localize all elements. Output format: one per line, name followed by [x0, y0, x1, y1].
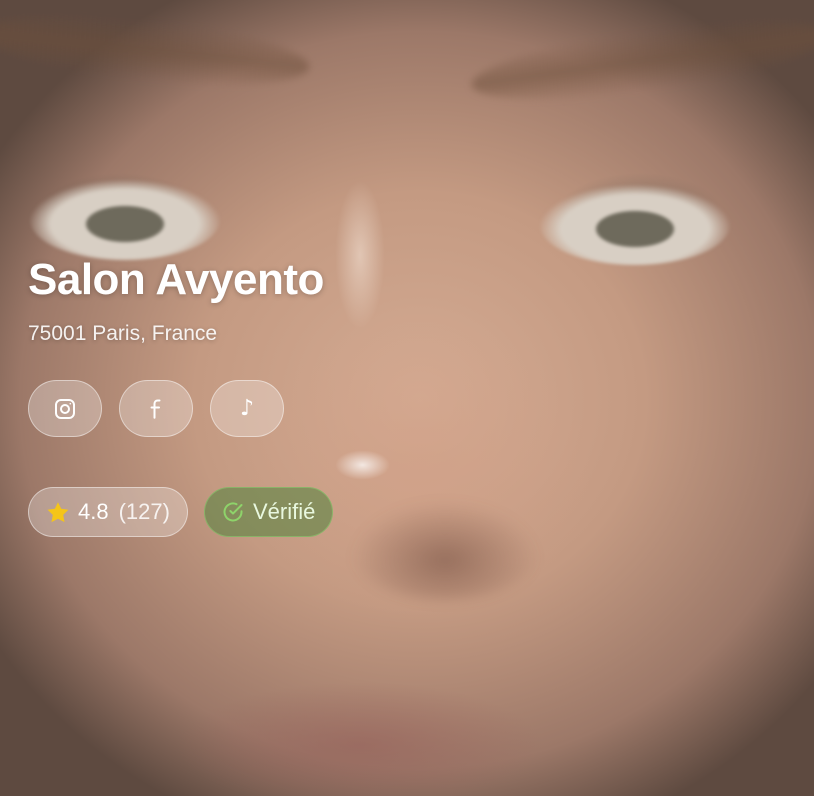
- background-photo-detail: [335, 450, 390, 480]
- background-photo-detail: [467, 5, 814, 115]
- tiktok-button[interactable]: ♪: [210, 380, 284, 437]
- check-circle-icon: [222, 501, 244, 523]
- rating-value: 4.8: [78, 499, 109, 524]
- salon-name: Salon Avyento: [28, 255, 324, 304]
- background-photo-detail: [30, 180, 220, 260]
- instagram-button[interactable]: [28, 380, 102, 437]
- background-photo-detail: [335, 180, 385, 330]
- background-photo-detail: [540, 185, 730, 265]
- salon-info: Salon Avyento 75001 Paris, France ♪ 4.8 …: [28, 250, 334, 537]
- review-count: (127): [118, 499, 170, 524]
- social-links: ♪: [28, 380, 333, 437]
- hero-banner: Salon Avyento 75001 Paris, France ♪ 4.8 …: [0, 0, 814, 796]
- instagram-icon: [55, 398, 75, 419]
- verified-label: Vérifié: [252, 499, 316, 524]
- background-photo-detail: [350, 500, 540, 600]
- star-icon: [46, 501, 70, 524]
- facebook-icon: [150, 399, 161, 419]
- badges-row: 4.8 (127) Vérifié: [28, 487, 334, 537]
- salon-address: 75001 Paris, France: [28, 322, 218, 345]
- tiktok-icon: ♪: [239, 395, 255, 421]
- verified-badge: Vérifié: [203, 487, 334, 537]
- background-photo-detail: [0, 2, 313, 98]
- facebook-button[interactable]: [119, 380, 193, 437]
- rating-badge[interactable]: 4.8 (127): [28, 487, 188, 537]
